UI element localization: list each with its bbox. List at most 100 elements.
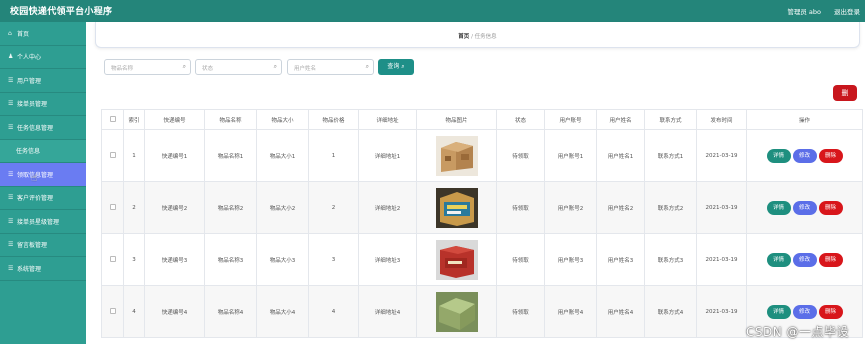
package-image: [435, 291, 478, 332]
cell-contact: 联系方式3: [644, 233, 697, 286]
detail-button[interactable]: 详情: [766, 304, 791, 319]
row-checkbox[interactable]: [109, 308, 116, 315]
cell-price: 3: [308, 233, 359, 286]
search-icon: ⌕: [273, 63, 277, 70]
row-select[interactable]: [101, 285, 124, 338]
cell-account: 用户账号1: [544, 129, 597, 182]
header-contact: 联系方式: [644, 109, 697, 130]
detail-button[interactable]: 详情: [766, 200, 791, 215]
header-actions: 操作: [746, 109, 863, 130]
current-user: 管理员 abo: [787, 8, 821, 16]
batch-delete-button[interactable]: 删: [833, 85, 857, 101]
header-username: 用户姓名: [596, 109, 645, 130]
cell-date: 2021-03-19: [696, 285, 747, 338]
package-image: [435, 239, 478, 280]
logout-link[interactable]: 退出登录: [834, 6, 860, 16]
cell-date: 2021-03-19: [696, 129, 747, 182]
username-search-input[interactable]: 用户姓名 ⌕: [287, 59, 374, 75]
header-date: 发布时间: [696, 109, 747, 130]
sidebar-item-ratings[interactable]: ☰ 接单员星级管理: [0, 210, 86, 234]
cell-contact: 联系方式2: [644, 181, 697, 234]
header-price: 物品价格: [308, 109, 359, 130]
cell-address: 详细地址2: [358, 181, 417, 234]
cell-size: 物品大小1: [256, 129, 309, 182]
search-icon: ⌕: [365, 63, 369, 70]
delete-button[interactable]: 删除: [818, 148, 843, 163]
cell-image: [416, 129, 497, 182]
sidebar-item-label: 客户评价管理: [17, 195, 54, 203]
cell-account: 用户账号3: [544, 233, 597, 286]
cell-username: 用户姓名4: [596, 285, 645, 338]
header-size: 物品大小: [256, 109, 309, 130]
status-search-input[interactable]: 状态 ⌕: [195, 59, 282, 75]
sidebar-item-label: 个人中心: [17, 54, 42, 62]
detail-button[interactable]: 详情: [766, 252, 791, 267]
hand-cursor-icon: ☝: [31, 173, 38, 184]
header-status: 状态: [496, 109, 545, 130]
sidebar-item-label: 用户管理: [17, 77, 42, 85]
sidebar-subitem-tasks[interactable]: 任务信息: [0, 139, 86, 163]
cell-name: 物品名称4: [204, 285, 257, 338]
cell-index: 1: [123, 129, 145, 182]
sidebar-item-pickup-manage[interactable]: ☰ 领取信息管理 ☝: [0, 163, 86, 187]
sidebar-item-label: 接单员星级管理: [17, 218, 60, 226]
edit-button[interactable]: 修改: [792, 148, 817, 163]
table-header-row: 索引 快递编号 物品名称 物品大小 物品价格 详细地址 物品图片 状态 用户账号…: [101, 109, 863, 130]
header-select[interactable]: [101, 109, 124, 130]
cell-code: 快递编号3: [144, 233, 205, 286]
row-checkbox[interactable]: [109, 204, 116, 211]
sidebar-item-profile[interactable]: ♟ 个人中心: [0, 46, 86, 69]
row-select[interactable]: [101, 181, 124, 234]
cell-contact: 联系方式1: [644, 129, 697, 182]
input-placeholder: 用户姓名: [294, 66, 317, 72]
sidebar-item-messages[interactable]: ☰ 留言板管理: [0, 234, 86, 257]
menu-icon: ☰: [8, 264, 14, 272]
row-select[interactable]: [101, 129, 124, 182]
breadcrumb-card: 首页 / 任务信息: [95, 22, 860, 48]
sidebar-item-label: 留言板管理: [17, 242, 48, 250]
package-image: [435, 187, 478, 228]
home-icon: ⌂: [8, 29, 12, 37]
cell-name: 物品名称1: [204, 129, 257, 182]
breadcrumb-home[interactable]: 首页: [458, 34, 469, 40]
select-all-checkbox[interactable]: [109, 116, 116, 123]
edit-button[interactable]: 修改: [792, 252, 817, 267]
cell-index: 4: [123, 285, 145, 338]
breadcrumb: 首页 / 任务信息: [96, 32, 859, 40]
table-row: 1 快递编号1 物品名称1 物品大小1 1 详细地址1 待领取 用户账号1 用户…: [101, 129, 863, 182]
cell-price: 1: [308, 129, 359, 182]
input-placeholder: 物品名称: [111, 66, 134, 72]
query-button[interactable]: 查询 ⌕: [378, 59, 414, 75]
sidebar-item-label: 任务信息管理: [17, 124, 54, 132]
sidebar-item-reviews[interactable]: ☰ 客户评价管理: [0, 187, 86, 210]
sidebar-item-task-manage[interactable]: ☰ 任务信息管理: [0, 116, 86, 140]
delete-button[interactable]: 删除: [818, 304, 843, 319]
cell-code: 快递编号1: [144, 129, 205, 182]
cell-actions: 详情 修改 删除: [746, 233, 863, 286]
sidebar-item-couriers[interactable]: ☰ 接单员管理: [0, 93, 86, 116]
row-checkbox[interactable]: [109, 152, 116, 159]
top-header: 校园快递代领平台小程序 管理员 abo 退出登录: [0, 0, 865, 22]
delete-button[interactable]: 删除: [818, 200, 843, 215]
cell-actions: 详情 修改 删除: [746, 129, 863, 182]
app-title: 校园快递代领平台小程序: [10, 7, 113, 17]
cell-contact: 联系方式4: [644, 285, 697, 338]
sidebar-item-home[interactable]: ⌂ 首页: [0, 22, 86, 46]
cell-status: 待领取: [496, 233, 545, 286]
edit-button[interactable]: 修改: [792, 200, 817, 215]
cell-index: 2: [123, 181, 145, 234]
item-name-search-input[interactable]: 物品名称 ⌕: [104, 59, 191, 75]
detail-button[interactable]: 详情: [766, 148, 791, 163]
delete-button[interactable]: 删除: [818, 252, 843, 267]
sidebar-item-system[interactable]: ☰ 系统管理: [0, 257, 86, 281]
cell-address: 详细地址1: [358, 129, 417, 182]
header-address: 详细地址: [358, 109, 417, 130]
sidebar-item-label: 系统管理: [17, 265, 42, 273]
row-select[interactable]: [101, 233, 124, 286]
edit-button[interactable]: 修改: [792, 304, 817, 319]
sidebar-item-label: 接单员管理: [17, 101, 48, 109]
cell-status: 待领取: [496, 181, 545, 234]
row-checkbox[interactable]: [109, 256, 116, 263]
query-label: 查询: [387, 63, 400, 70]
sidebar-item-users[interactable]: ☰ 用户管理: [0, 69, 86, 93]
